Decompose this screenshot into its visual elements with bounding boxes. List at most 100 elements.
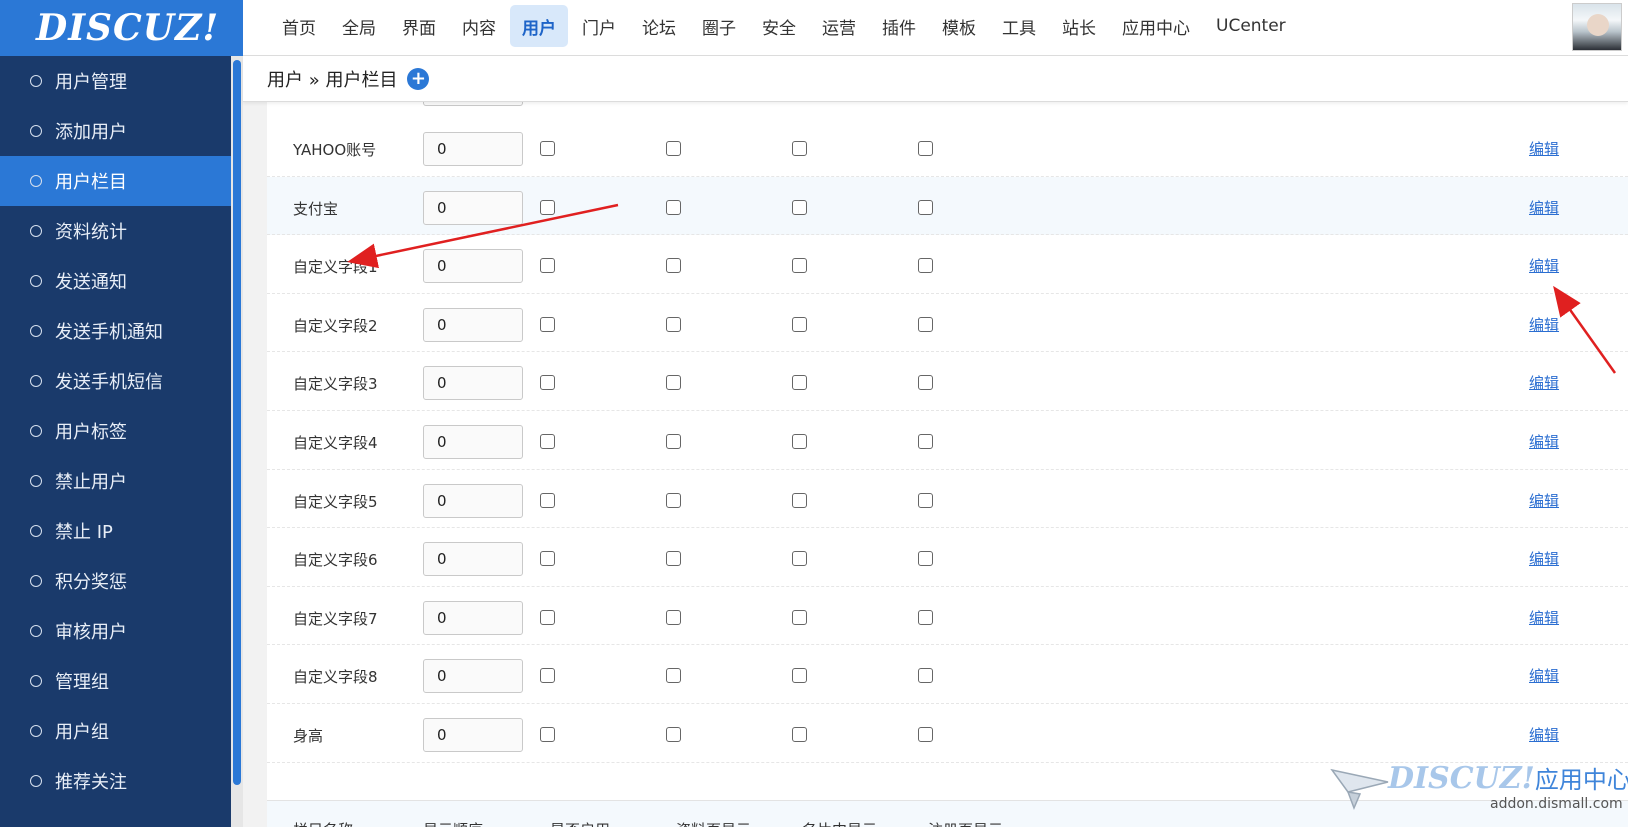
- card-checkbox[interactable]: [792, 727, 807, 742]
- edit-link[interactable]: 编辑: [1529, 197, 1559, 218]
- nav-item-3[interactable]: 内容: [450, 5, 508, 47]
- card-checkbox[interactable]: [792, 492, 807, 508]
- edit-link[interactable]: 编辑: [1529, 607, 1559, 628]
- display-order-input[interactable]: [423, 132, 523, 166]
- card-checkbox[interactable]: [792, 375, 807, 391]
- nav-item-7[interactable]: 圈子: [690, 5, 748, 47]
- nav-item-0[interactable]: 首页: [270, 5, 328, 47]
- sidebar-scrollbar-thumb[interactable]: [233, 60, 241, 785]
- nav-item-4[interactable]: 用户: [510, 5, 568, 47]
- sidebar-item-12[interactable]: 管理组: [0, 656, 231, 706]
- nav-item-6[interactable]: 论坛: [630, 5, 688, 47]
- profile-page-checkbox[interactable]: [666, 375, 681, 391]
- register-page-checkbox[interactable]: [918, 609, 933, 625]
- card-checkbox[interactable]: [792, 668, 807, 684]
- sidebar-item-2[interactable]: 用户栏目: [0, 156, 231, 206]
- register-page-checkbox[interactable]: [918, 141, 933, 156]
- register-page-checkbox[interactable]: [918, 492, 933, 508]
- enabled-checkbox[interactable]: [540, 668, 555, 684]
- register-page-checkbox[interactable]: [918, 316, 933, 332]
- profile-page-checkbox[interactable]: [666, 668, 681, 684]
- display-order-input[interactable]: [423, 542, 523, 577]
- nav-item-11[interactable]: 模板: [930, 5, 988, 47]
- card-checkbox[interactable]: [792, 551, 807, 567]
- sidebar-item-4[interactable]: 发送通知: [0, 256, 231, 306]
- sidebar-item-5[interactable]: 发送手机通知: [0, 306, 231, 356]
- sidebar-item-6[interactable]: 发送手机短信: [0, 356, 231, 406]
- edit-link[interactable]: 编辑: [1529, 255, 1559, 276]
- register-page-checkbox[interactable]: [918, 551, 933, 567]
- order-input-partial[interactable]: [423, 102, 523, 106]
- sidebar-item-1[interactable]: 添加用户: [0, 106, 231, 156]
- register-page-checkbox[interactable]: [918, 258, 933, 274]
- user-avatar[interactable]: [1572, 3, 1622, 51]
- sidebar-item-8[interactable]: 禁止用户: [0, 456, 231, 506]
- register-page-checkbox[interactable]: [918, 199, 933, 215]
- card-checkbox[interactable]: [792, 316, 807, 332]
- discuz-logo[interactable]: DISCUZ!: [0, 0, 243, 56]
- enabled-checkbox[interactable]: [540, 434, 555, 449]
- register-page-checkbox[interactable]: [918, 434, 933, 449]
- profile-page-checkbox[interactable]: [666, 492, 681, 508]
- sidebar-item-13[interactable]: 用户组: [0, 706, 231, 756]
- profile-page-checkbox[interactable]: [666, 258, 681, 274]
- sidebar-item-3[interactable]: 资料统计: [0, 206, 231, 256]
- register-page-checkbox[interactable]: [918, 668, 933, 684]
- enabled-checkbox[interactable]: [540, 375, 555, 391]
- nav-item-12[interactable]: 工具: [990, 5, 1048, 47]
- display-order-input[interactable]: [423, 307, 523, 342]
- sidebar-item-10[interactable]: 积分奖惩: [0, 556, 231, 606]
- edit-link[interactable]: 编辑: [1529, 138, 1559, 159]
- nav-item-15[interactable]: UCenter: [1204, 5, 1298, 47]
- profile-page-checkbox[interactable]: [666, 609, 681, 625]
- nav-item-10[interactable]: 插件: [870, 5, 928, 47]
- profile-page-checkbox[interactable]: [666, 434, 681, 449]
- card-checkbox[interactable]: [792, 199, 807, 215]
- edit-link[interactable]: 编辑: [1529, 372, 1559, 393]
- display-order-input[interactable]: [423, 366, 523, 401]
- nav-item-14[interactable]: 应用中心: [1110, 5, 1202, 47]
- add-plus-icon[interactable]: +: [407, 67, 430, 90]
- display-order-input[interactable]: [423, 190, 523, 225]
- enabled-checkbox[interactable]: [540, 727, 555, 742]
- nav-item-9[interactable]: 运营: [810, 5, 868, 47]
- sidebar-item-14[interactable]: 推荐关注: [0, 756, 231, 806]
- edit-link[interactable]: 编辑: [1529, 314, 1559, 335]
- nav-item-5[interactable]: 门户: [570, 5, 628, 47]
- sidebar-item-9[interactable]: 禁止 IP: [0, 506, 231, 556]
- profile-page-checkbox[interactable]: [666, 551, 681, 567]
- display-order-input[interactable]: [423, 659, 523, 694]
- display-order-input[interactable]: [423, 483, 523, 518]
- nav-item-1[interactable]: 全局: [330, 5, 388, 47]
- edit-link[interactable]: 编辑: [1529, 724, 1559, 745]
- enabled-checkbox[interactable]: [540, 316, 555, 332]
- display-order-input[interactable]: [423, 249, 523, 284]
- sidebar-item-7[interactable]: 用户标签: [0, 406, 231, 456]
- sidebar-item-11[interactable]: 审核用户: [0, 606, 231, 656]
- edit-link[interactable]: 编辑: [1529, 431, 1559, 452]
- enabled-checkbox[interactable]: [540, 492, 555, 508]
- register-page-checkbox[interactable]: [918, 375, 933, 391]
- display-order-input[interactable]: [423, 600, 523, 635]
- profile-page-checkbox[interactable]: [666, 316, 681, 332]
- register-page-checkbox[interactable]: [918, 727, 933, 742]
- nav-item-8[interactable]: 安全: [750, 5, 808, 47]
- card-checkbox[interactable]: [792, 258, 807, 274]
- display-order-input[interactable]: [423, 718, 523, 752]
- display-order-input[interactable]: [423, 425, 523, 459]
- enabled-checkbox[interactable]: [540, 199, 555, 215]
- edit-link[interactable]: 编辑: [1529, 548, 1559, 569]
- edit-link[interactable]: 编辑: [1529, 665, 1559, 686]
- enabled-checkbox[interactable]: [540, 551, 555, 567]
- enabled-checkbox[interactable]: [540, 141, 555, 156]
- card-checkbox[interactable]: [792, 609, 807, 625]
- profile-page-checkbox[interactable]: [666, 141, 681, 156]
- nav-item-13[interactable]: 站长: [1050, 5, 1108, 47]
- sidebar-item-0[interactable]: 用户管理: [0, 56, 231, 106]
- card-checkbox[interactable]: [792, 141, 807, 156]
- profile-page-checkbox[interactable]: [666, 727, 681, 742]
- nav-item-2[interactable]: 界面: [390, 5, 448, 47]
- card-checkbox[interactable]: [792, 434, 807, 449]
- profile-page-checkbox[interactable]: [666, 199, 681, 215]
- enabled-checkbox[interactable]: [540, 609, 555, 625]
